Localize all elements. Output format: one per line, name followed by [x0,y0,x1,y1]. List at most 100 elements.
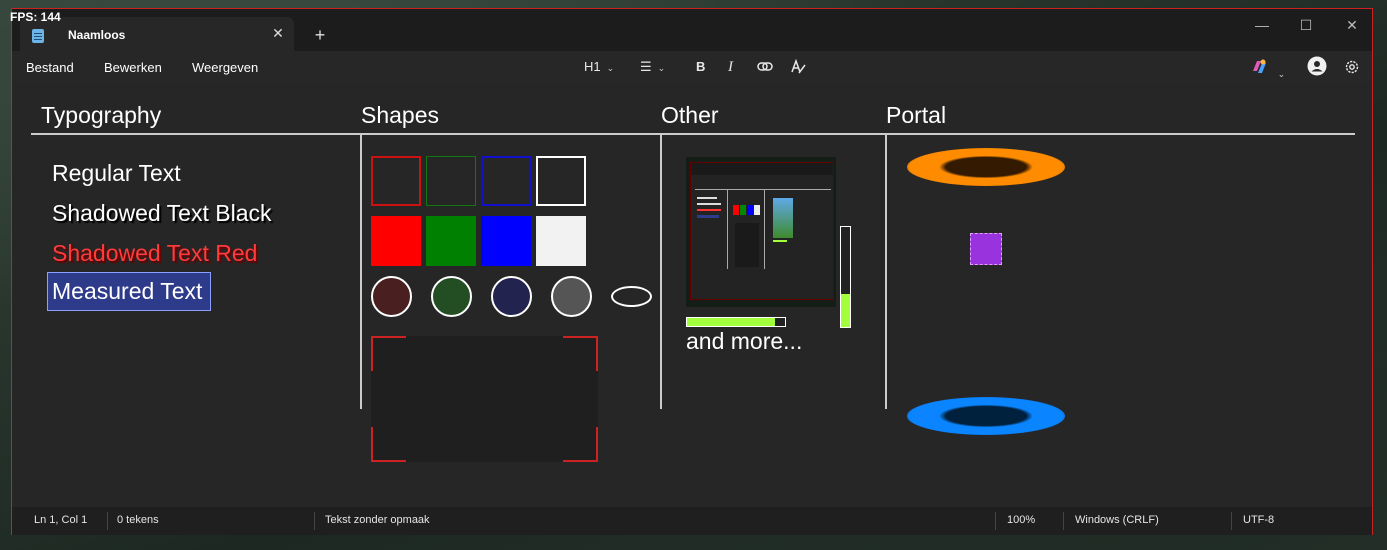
corner-bottom-right [563,427,598,462]
status-separator [1063,512,1064,530]
filled-square-white [536,216,586,266]
horizontal-progress-fill [687,318,776,326]
notepad-window: Naamloos ✕ + — ☐ ✕ Bestand Bewerken Weer… [11,8,1373,535]
document-canvas[interactable]: Typography Shapes Other Portal Regular T… [12,83,1372,507]
vertical-progress-bar [840,226,851,328]
status-separator [314,512,315,530]
status-separator [1231,512,1232,530]
portal-blue [907,397,1065,435]
and-more-label: and more... [686,328,803,354]
account-button[interactable] [1307,56,1327,76]
circle-red [371,276,412,317]
tab-document[interactable]: Naamloos ✕ [20,17,294,51]
menu-bar: Bestand Bewerken Weergeven H1⌄ ☰⌄ B I [12,51,1372,83]
menu-edit[interactable]: Bewerken [104,60,162,75]
thumbnail-text [697,215,719,218]
thumbnail-divider [695,189,831,190]
shadowed-text-red: Shadowed Text Red [52,240,258,266]
thumbnail-shape [740,205,746,215]
outline-square-blue [481,156,531,206]
circle-green [431,276,472,317]
status-char-count: 0 tekens [117,514,159,526]
status-bar: Ln 1, Col 1 0 tekens Tekst zonder opmaak… [12,507,1372,535]
heading-typography: Typography [41,102,162,128]
measured-text-box: Measured Text [47,272,211,311]
column-divider [660,135,662,409]
spellcheck-button[interactable] [790,57,806,77]
bold-button[interactable]: B [696,57,705,77]
status-separator [107,512,108,530]
chevron-down-icon: ⌄ [606,63,615,73]
status-zoom[interactable]: 100% [1007,514,1035,526]
minimize-icon[interactable]: — [1247,15,1277,35]
tab-title: Naamloos [68,28,126,42]
header-divider [31,133,1355,135]
gear-icon [1345,60,1359,74]
menu-file[interactable]: Bestand [26,60,74,75]
thumbnail-progress [773,240,787,242]
status-separator [995,512,996,530]
status-cursor-position[interactable]: Ln 1, Col 1 [34,514,87,526]
heading-shapes: Shapes [361,102,440,128]
ellipse-outline [611,286,652,307]
thumbnail-text [697,209,721,211]
copilot-button[interactable]: ⌄ [1250,57,1286,79]
portal-cube [970,233,1002,265]
portal-orange [907,148,1065,186]
circle-gray [551,276,592,317]
new-tab-button[interactable]: + [308,23,332,47]
thumbnail-shape [733,205,739,215]
thumbnail-shape [747,205,753,215]
settings-button[interactable] [1343,57,1361,77]
link-button[interactable] [757,57,773,77]
thumbnail-image [773,198,793,238]
corner-bracket-rect [371,336,598,462]
list-dropdown[interactable]: ☰ ⌄ [640,57,665,77]
status-encoding[interactable]: UTF-8 [1243,514,1274,526]
maximize-icon[interactable]: ☐ [1291,15,1321,35]
chevron-down-icon: ⌄ [657,63,666,73]
spellcheck-icon [791,58,806,74]
outline-square-white [536,156,586,206]
horizontal-progress-bar [686,317,786,327]
thumbnail-titlebar [691,163,833,175]
copilot-icon [1253,59,1266,73]
window-thumbnail [686,157,836,307]
fps-counter: FPS: 144 [10,10,61,24]
vertical-progress-fill [841,294,850,327]
heading-label: H1 [584,59,601,74]
corner-top-left [371,336,406,371]
notepad-icon [32,29,44,43]
account-icon [1307,56,1327,76]
close-window-icon[interactable]: ✕ [1337,15,1367,35]
thumbnail-shape [735,223,759,267]
heading-dropdown[interactable]: H1 ⌄ [584,57,614,77]
menu-view[interactable]: Weergeven [192,60,258,75]
shadowed-text-black: Shadowed Text Black [52,200,272,226]
outline-square-green [426,156,476,206]
italic-button[interactable]: I [728,57,733,77]
chevron-down-icon: ⌄ [1277,69,1286,79]
thumbnail-text [697,203,721,205]
heading-other: Other [661,102,719,128]
link-icon [757,62,773,71]
list-icon: ☰ [640,59,652,74]
circle-blue [491,276,532,317]
thumbnail-divider [764,189,765,269]
heading-portal: Portal [886,102,947,128]
column-divider [885,135,887,409]
thumbnail-shape [754,205,760,215]
status-line-endings[interactable]: Windows (CRLF) [1075,514,1159,526]
measured-text: Measured Text [52,278,203,304]
corner-bottom-left [371,427,406,462]
status-format[interactable]: Tekst zonder opmaak [325,514,430,526]
outline-square-red [371,156,421,206]
filled-square-blue [481,216,531,266]
close-tab-icon[interactable]: ✕ [268,23,288,43]
filled-square-green [426,216,476,266]
filled-square-red [371,216,421,266]
thumbnail-text [697,197,717,199]
column-divider [360,135,362,409]
title-bar: Naamloos ✕ + — ☐ ✕ [12,9,1372,51]
thumbnail-window [690,162,834,300]
